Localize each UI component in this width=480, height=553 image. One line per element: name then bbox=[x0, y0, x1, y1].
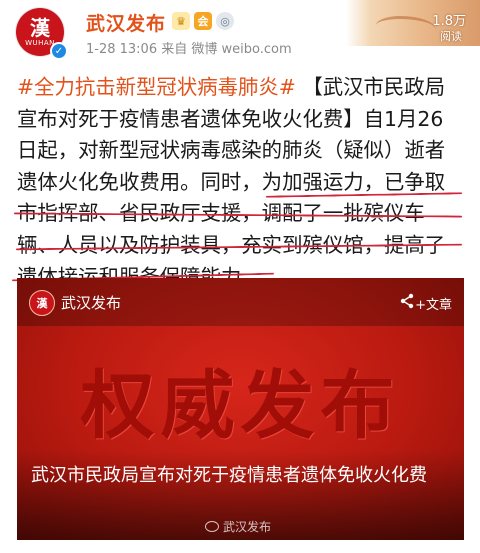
hashtag-link[interactable]: #全力抗击新型冠状病毒肺炎# bbox=[17, 75, 296, 99]
verified-icon: ✓ bbox=[50, 42, 68, 60]
card-big-headline: 权威发布 bbox=[80, 363, 401, 449]
card-header: 漢 武汉发布 +文章 bbox=[17, 278, 464, 326]
post-line: 宣布对死于疫情患者遗体免收火化费】自1月26 bbox=[17, 106, 444, 131]
article-card[interactable]: 漢 武汉发布 +文章 权威发布 武汉市民政局宣布对死于疫情患者遗体免收火化费 武… bbox=[17, 278, 464, 540]
post-text: 【武汉市民政局 bbox=[295, 75, 446, 99]
card-avatar[interactable]: 漢 bbox=[29, 290, 55, 316]
medal-icon[interactable]: ◎ bbox=[216, 12, 234, 30]
user-badges: ♛ 会 ◎ bbox=[172, 12, 234, 30]
avatar-logo: 漢 bbox=[30, 15, 50, 40]
crown-icon[interactable]: ♛ bbox=[172, 12, 190, 30]
post-header: 漢 WUHAN ✓ 武汉发布 ♛ 会 ◎ 1-28 13:06 来自 微博 we… bbox=[0, 0, 480, 64]
share-icon-svg bbox=[400, 293, 414, 309]
read-count-banner: 1.8万 阅读 bbox=[346, 0, 480, 46]
username[interactable]: 武汉发布 bbox=[86, 9, 166, 36]
read-count: 1.8万 bbox=[432, 14, 466, 29]
member-icon[interactable]: 会 bbox=[194, 12, 212, 30]
watermark-text: 武汉发布 bbox=[223, 520, 272, 534]
weibo-icon bbox=[205, 521, 219, 532]
card-title[interactable]: 武汉市民政局宣布对死于疫情患者遗体免收火化费 bbox=[31, 462, 451, 489]
post-line: 日起，对新型冠状病毒感染的肺炎（疑似）逝者 bbox=[17, 138, 446, 163]
weibo-watermark: 武汉发布 bbox=[205, 518, 271, 535]
share-icon[interactable] bbox=[398, 292, 416, 314]
read-label: 阅读 bbox=[440, 30, 462, 43]
post-line: #全力抗击新型冠状病毒肺炎# 【武汉市民政局 bbox=[17, 72, 465, 104]
card-source[interactable]: 武汉发布 bbox=[61, 292, 121, 313]
great-wall-decoration bbox=[376, 16, 436, 39]
article-type-label: +文章 bbox=[415, 298, 452, 313]
post-meta: 1-28 13:06 来自 微博 weibo.com bbox=[86, 42, 292, 57]
post-body: #全力抗击新型冠状病毒肺炎# 【武汉市民政局 宣布对死于疫情患者遗体免收火化费】… bbox=[17, 72, 465, 293]
